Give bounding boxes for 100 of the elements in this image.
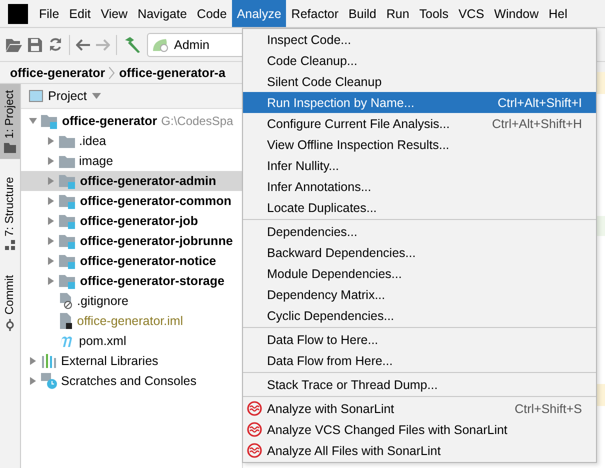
tree-item-label: pom.xml [79,334,126,348]
ignored-file-icon [59,293,73,309]
tree-item[interactable]: External Libraries [21,351,242,371]
collapsed-arrow-icon[interactable] [47,237,55,245]
module-folder-icon [41,114,58,128]
menu-bar-item[interactable]: Tools [414,0,454,27]
menu-item[interactable]: Stack Trace or Thread Dump... [243,374,596,395]
tree-item-label: office-generator-storage [80,274,224,288]
tool-window-tab[interactable]: 1: Project [0,84,20,159]
tool-window-tab[interactable]: Commit [0,269,20,337]
dropdown-caret-icon[interactable] [92,93,101,99]
menu-bar-item[interactable]: Run [381,0,414,27]
open-folder-icon[interactable] [6,38,22,52]
module-folder-icon [59,274,76,288]
tree-item[interactable]: office-generator-storage [21,271,242,291]
menu-item[interactable]: Infer Annotations... [243,176,596,197]
sonarlint-icon [247,422,262,437]
collapsed-arrow-icon[interactable] [47,277,55,285]
menu-item[interactable]: Module Dependencies... [243,263,596,284]
collapsed-arrow-icon[interactable] [47,177,55,185]
tool-window-tab[interactable]: 7: Structure [0,170,20,258]
tree-item[interactable]: office-generator G:\CodesSpa [21,111,242,131]
hammer-icon[interactable] [123,36,141,52]
tree-item[interactable]: office-generator-admin [21,171,242,191]
tree-item[interactable]: office-generator-notice [21,251,242,271]
menu-item[interactable]: Locate Duplicates... [243,197,596,218]
menu-item[interactable]: Infer Nullity... [243,155,596,176]
menu-bar-item[interactable]: View [96,0,133,27]
tree-item-label: .idea [79,134,106,148]
menu-item[interactable]: Run Inspection by Name... Ctrl+Alt+Shift+I [243,92,596,113]
collapsed-arrow-icon[interactable] [47,137,55,145]
tree-item-label: office-generator-admin [80,174,216,188]
tree-item-label: office-generator-notice [80,254,216,268]
menu-item[interactable]: Cyclic Dependencies... [243,305,596,326]
expanded-arrow-icon[interactable] [29,117,37,125]
sonarlint-icon [247,401,262,416]
menu-bar-item[interactable]: File [34,0,64,27]
menu-item[interactable]: Data Flow from Here... [243,350,596,371]
commit-icon [4,318,16,331]
project-path: G:\CodesSpa [161,114,234,128]
tree-item[interactable]: office-generator-job [21,211,242,231]
tree-item[interactable]: image [21,151,242,171]
tree-item[interactable]: .gitignore [21,291,242,311]
menu-item[interactable]: View Offline Inspection Results... [243,134,596,155]
menu-item[interactable]: Silent Code Cleanup [243,71,596,92]
tree-item-label: office-generator-jobrunne [80,234,233,248]
libraries-icon [41,354,57,368]
collapsed-arrow-icon[interactable] [29,377,37,385]
menu-bar-item[interactable]: Build [344,0,382,27]
maven-icon [59,335,75,347]
forward-arrow-icon[interactable] [96,38,110,50]
tree-item-label: office-generator-job [80,214,198,228]
tree-item[interactable]: office-generator-common [21,191,242,211]
tree-item-label: office-generator [62,114,158,128]
module-folder-icon [59,234,76,248]
folder-icon [4,142,16,153]
menu-bar-item[interactable]: Analyze [232,0,286,27]
menu-item[interactable]: Analyze All Files with SonarLint [243,440,596,461]
breadcrumb-item[interactable]: office-generator [10,66,106,80]
folder-icon [59,134,75,148]
menu-bar-item[interactable]: Edit [64,0,96,27]
tree-item-label: Scratches and Consoles [61,374,196,388]
menu-bar-item[interactable]: Hel [544,0,572,27]
sync-icon[interactable] [48,37,63,52]
menu-item[interactable]: Analyze VCS Changed Files with SonarLint [243,419,596,440]
save-icon[interactable] [28,38,42,52]
menu-bar-item[interactable]: Window [489,0,544,27]
folder-icon [59,154,75,168]
breadcrumb-item[interactable]: office-generator-a [119,66,226,80]
menu-item[interactable]: Backward Dependencies... [243,242,596,263]
menu-item[interactable]: Dependency Matrix... [243,284,596,305]
collapsed-arrow-icon[interactable] [47,257,55,265]
tree-item[interactable]: office-generator.iml [21,311,242,331]
tree-item-label: image [79,154,114,168]
collapsed-arrow-icon[interactable] [47,217,55,225]
menu-bar-item[interactable]: Code [192,0,232,27]
tree-item[interactable]: pom.xml [21,331,242,351]
menu-bar-item[interactable]: VCS [453,0,490,27]
module-folder-icon [59,174,76,188]
structure-icon [4,240,16,252]
back-arrow-icon[interactable] [76,38,90,50]
menu-item[interactable]: Data Flow to Here... [243,329,596,350]
menu-bar-item[interactable]: Refactor [286,0,344,27]
tree-item[interactable]: office-generator-jobrunne [21,231,242,251]
collapsed-arrow-icon[interactable] [47,157,55,165]
tree-item[interactable]: Scratches and Consoles [21,371,242,391]
module-folder-icon [59,194,76,208]
collapsed-arrow-icon[interactable] [29,357,37,365]
tree-item-label: office-generator-common [80,194,232,208]
tree-item-label: .gitignore [77,294,128,308]
menu-item[interactable]: Analyze with SonarLint Ctrl+Shift+S [243,398,596,419]
project-panel-header[interactable]: Project [21,84,242,109]
module-file-icon [59,313,73,329]
menu-item[interactable]: Configure Current File Analysis... Ctrl+Alt+Shift+H [243,113,596,134]
chevron-icon [109,66,116,78]
collapsed-arrow-icon[interactable] [47,197,55,205]
menu-item[interactable]: Dependencies... [243,221,596,242]
menu-bar-item[interactable]: Navigate [132,0,192,27]
tree-item[interactable]: .idea [21,131,242,151]
window-icon [29,90,43,102]
